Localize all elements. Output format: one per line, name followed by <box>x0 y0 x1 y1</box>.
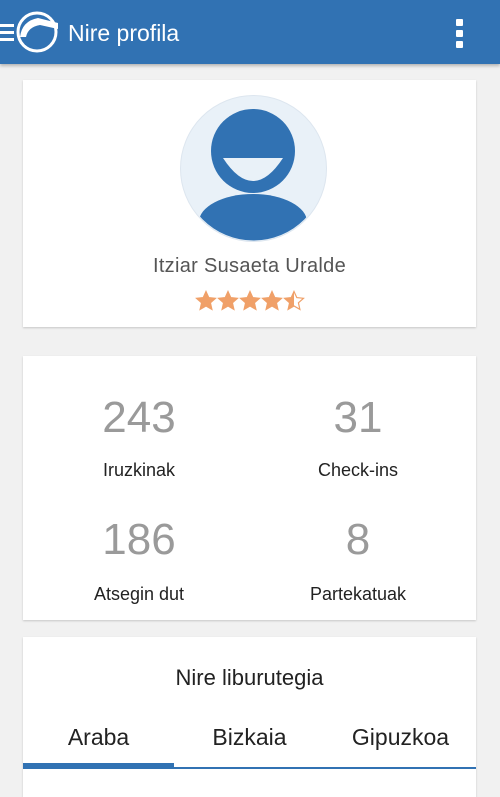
tab-araba[interactable]: Araba <box>23 705 174 769</box>
star-icon <box>217 290 239 311</box>
page-title: Nire profila <box>68 20 180 46</box>
star-icon <box>239 290 261 311</box>
profile-card: Itziar Susaeta Uralde <box>23 80 476 327</box>
shares-count: 8 <box>345 515 371 564</box>
star-rating <box>195 290 305 312</box>
user-avatar-icon <box>199 109 307 241</box>
more-vert-icon[interactable] <box>455 19 465 49</box>
shares-label: Partekatuak <box>309 584 407 604</box>
library-card: Nire liburutegia Araba Bizkaia Gipuzkoa <box>23 637 476 797</box>
star-icon <box>195 290 217 311</box>
checkins-count: 31 <box>333 393 383 442</box>
library-title: Nire liburutegia <box>175 665 324 690</box>
app-bar: Nire profila <box>0 0 500 64</box>
checkins-label: Check-ins <box>317 460 399 480</box>
hamburger-menu-icon[interactable] <box>0 24 14 42</box>
app-logo-icon <box>14 11 60 53</box>
tab-gipuzkoa[interactable]: Gipuzkoa <box>325 705 476 769</box>
comments-label: Iruzkinak <box>102 460 176 480</box>
likes-count: 186 <box>102 515 176 564</box>
stats-card: 243 Iruzkinak 31 Check-ins 186 Atsegin d… <box>23 356 476 620</box>
library-tabs: Araba Bizkaia Gipuzkoa <box>23 705 476 769</box>
avatar[interactable] <box>180 95 327 242</box>
user-name: Itziar Susaeta Uralde <box>152 255 347 277</box>
active-tab-indicator <box>23 763 174 769</box>
likes-label: Atsegin dut <box>93 584 185 604</box>
star-icon <box>261 290 283 311</box>
comments-count: 243 <box>102 393 176 442</box>
star-icon <box>283 290 305 311</box>
tab-bizkaia[interactable]: Bizkaia <box>174 705 325 769</box>
